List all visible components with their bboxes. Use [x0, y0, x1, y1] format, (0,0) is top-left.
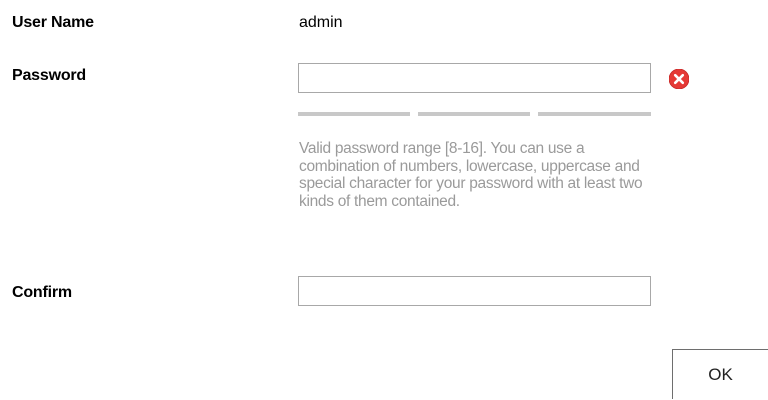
password-input[interactable] — [298, 63, 651, 93]
strength-segment-weak — [298, 112, 410, 116]
ok-button[interactable]: OK — [672, 349, 768, 399]
username-value: admin — [299, 14, 343, 31]
username-label: User Name — [12, 14, 94, 31]
confirm-label: Confirm — [12, 284, 72, 301]
password-hint: Valid password range [8-16]. You can use… — [299, 140, 643, 210]
password-label: Password — [12, 67, 86, 84]
password-strength-meter — [298, 112, 651, 116]
strength-segment-strong — [538, 112, 651, 116]
confirm-password-input[interactable] — [298, 276, 651, 306]
error-icon — [669, 69, 689, 89]
strength-segment-medium — [418, 112, 530, 116]
